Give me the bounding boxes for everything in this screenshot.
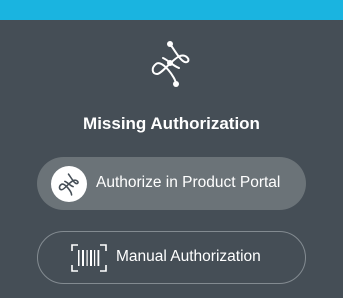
top-accent-bar [0,0,343,20]
authorize-portal-button[interactable]: Authorize in Product Portal [37,157,306,210]
manual-authorization-label: Manual Authorization [116,248,261,265]
manual-authorization-button[interactable]: Manual Authorization [37,231,306,284]
portal-logo-icon [51,166,87,202]
barcode-scan-icon [71,244,107,272]
portal-logo-icon [146,38,196,88]
page-title: Missing Authorization [83,114,260,133]
authorize-portal-label: Authorize in Product Portal [96,174,281,191]
